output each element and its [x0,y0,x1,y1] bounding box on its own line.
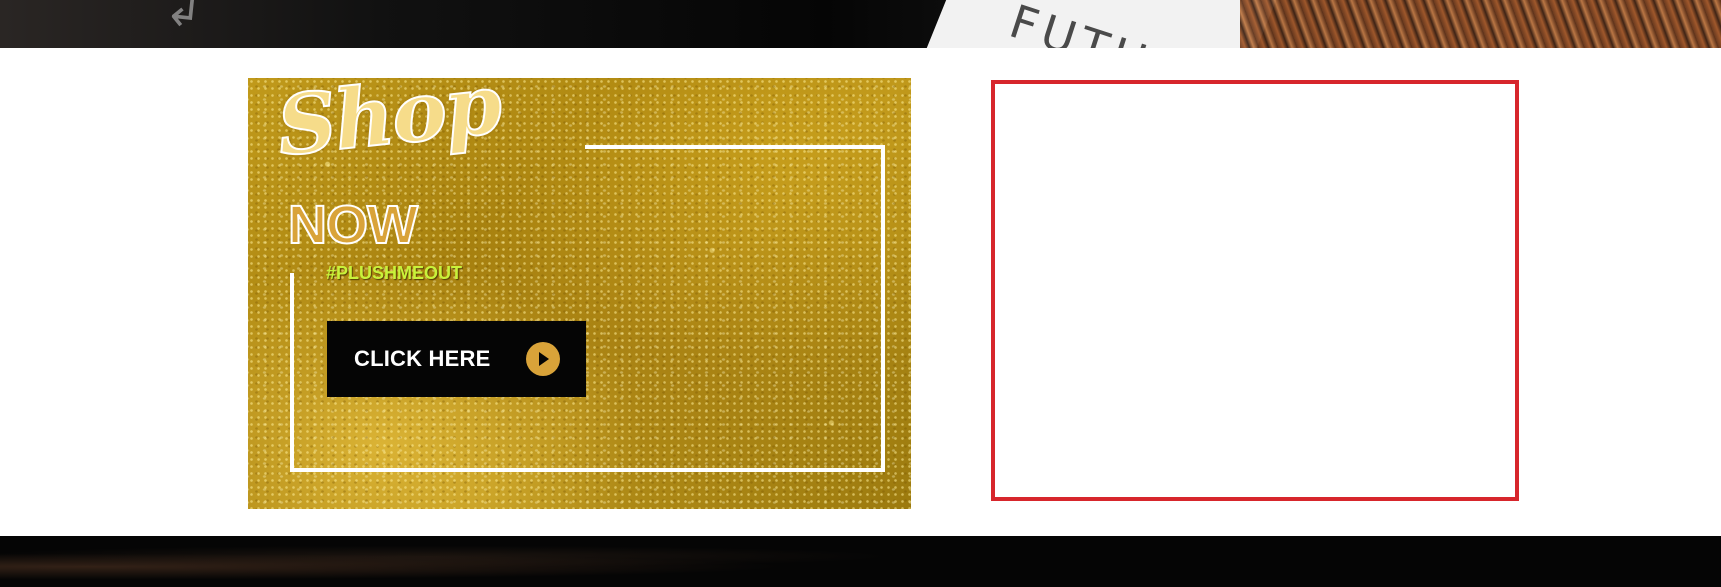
page: ↲ FUTU Shop NOW #PLUSHMEOUT CLICK HERE [0,0,1721,587]
banner-frame-top [585,145,885,149]
banner-frame-bottom [290,468,885,472]
empty-embed-frame [991,80,1519,501]
hero-image-top: ↲ FUTU [0,0,1721,48]
now-headline: NOW [287,195,419,255]
banner-frame-left [290,273,294,472]
hero-hair [1240,0,1721,48]
hero-shirt-graphic: ↲ [162,0,205,38]
shop-script-title: Shop [272,78,506,176]
play-circle-icon [526,342,560,376]
hero-image-bottom [0,536,1721,587]
banner-frame-right [881,145,885,472]
hashtag-label: #PLUSHMEOUT [326,263,463,283]
click-here-button[interactable]: CLICK HERE [327,321,586,397]
shop-now-banner[interactable]: Shop NOW #PLUSHMEOUT CLICK HERE [248,78,911,509]
click-here-button-label: CLICK HERE [354,346,491,371]
